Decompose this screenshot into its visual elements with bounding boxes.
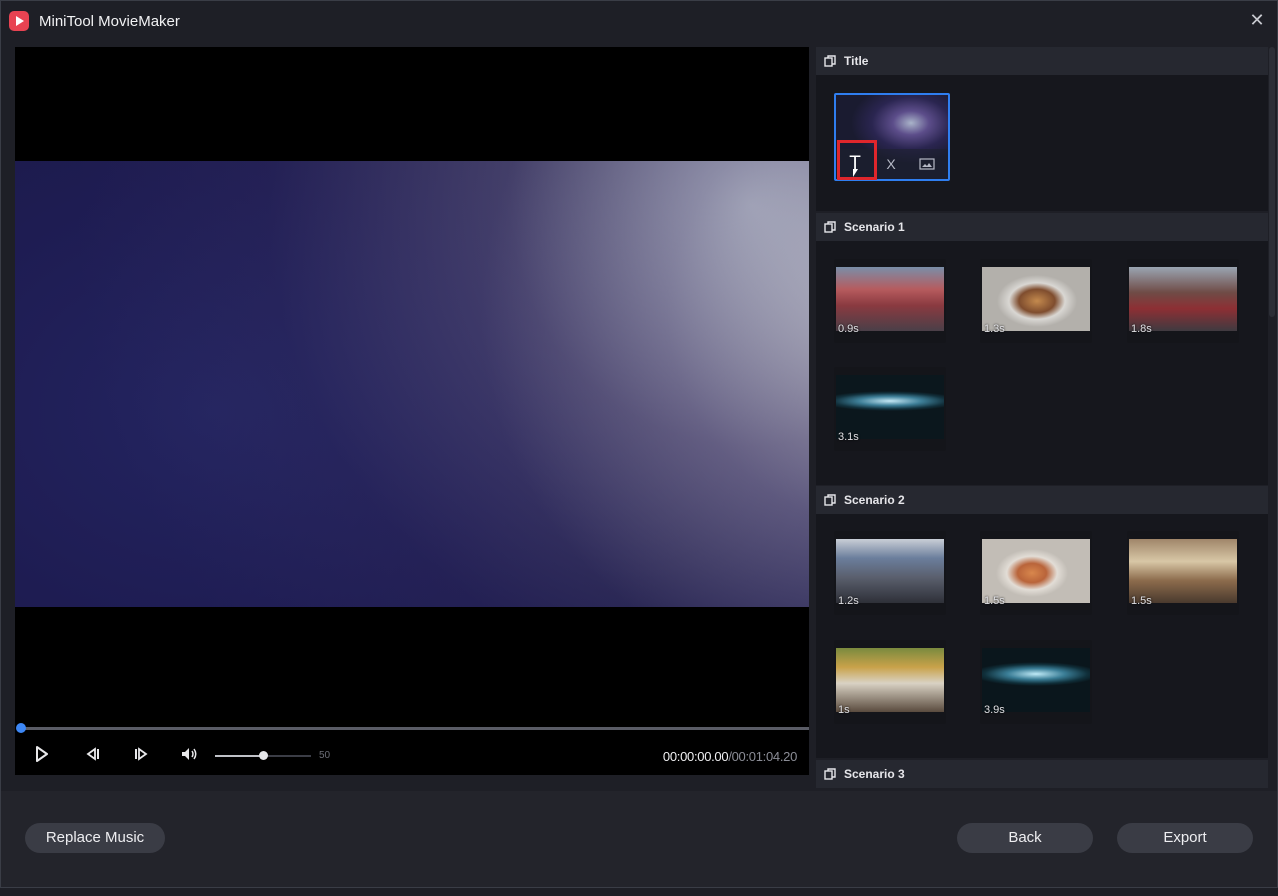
clip-duration: 3.9s [984, 704, 1005, 716]
image-icon [919, 158, 935, 170]
app-title: MiniTool MovieMaker [39, 13, 180, 30]
export-button[interactable]: Export [1117, 823, 1253, 853]
clip-thumbnail[interactable]: 1.5s [980, 531, 1092, 615]
section-header-scenario-3: Scenario 3 [816, 760, 1268, 788]
clip-duration: 1.2s [838, 595, 859, 607]
app-logo-icon [9, 11, 29, 31]
section-title: Scenario 1 [844, 220, 905, 234]
volume-slider-fill [215, 755, 263, 757]
clip-thumbnail[interactable]: 1s [834, 640, 946, 724]
scenario-1-body: 0.9s 1.3s 1.8s 3.1s [816, 241, 1268, 485]
play-button[interactable] [31, 743, 53, 765]
clip-duration: 3.1s [838, 431, 859, 443]
clip-duration: 1.5s [1131, 595, 1152, 607]
playback-progress-bar[interactable] [19, 727, 809, 730]
clip-image [982, 539, 1090, 603]
clip-thumbnail[interactable]: 1.8s [1127, 259, 1239, 343]
section-header-title: Title [816, 47, 1268, 75]
title-bar: MiniTool MovieMaker ✕ [1, 1, 1277, 41]
clip-image [836, 267, 944, 331]
cut-button[interactable]: X [880, 153, 902, 175]
bottom-bar: Replace Music Back Export [1, 791, 1277, 887]
close-button[interactable]: ✕ [1247, 9, 1267, 31]
template-panel: Title T X Scenario 1 0.9s 1.3s 1.8s 3.1s… [816, 47, 1268, 789]
section-header-scenario-1: Scenario 1 [816, 213, 1268, 241]
previous-frame-button[interactable] [81, 743, 103, 765]
copy-icon [824, 221, 836, 233]
volume-button[interactable] [179, 743, 201, 765]
copy-icon [824, 768, 836, 780]
mouse-cursor-icon [853, 169, 858, 177]
clip-duration: 1.3s [984, 323, 1005, 335]
speaker-icon [182, 748, 197, 760]
volume-value: 50 [319, 750, 331, 761]
play-icon [36, 746, 48, 762]
app-window: MiniTool MovieMaker ✕ 50 00:00:00.00/00:… [0, 0, 1278, 888]
clip-thumbnail[interactable]: 3.1s [834, 367, 946, 451]
copy-icon [824, 55, 836, 67]
clip-image [982, 267, 1090, 331]
clip-thumbnail[interactable]: 0.9s [834, 259, 946, 343]
next-frame-button[interactable] [131, 743, 153, 765]
title-section-body: T X [816, 75, 1268, 211]
clip-thumbnail[interactable]: 3.9s [980, 640, 1092, 724]
clip-image [982, 648, 1090, 712]
section-title: Scenario 3 [844, 767, 905, 781]
clip-image [836, 375, 944, 439]
back-button[interactable]: Back [957, 823, 1093, 853]
panel-scrollbar[interactable] [1269, 47, 1275, 317]
clip-duration: 1.8s [1131, 323, 1152, 335]
clip-image [836, 539, 944, 603]
video-player: 50 00:00:00.00/00:01:04.20 [15, 47, 809, 775]
clip-thumbnail[interactable]: 1.3s [980, 259, 1092, 343]
playback-progress-handle[interactable] [16, 723, 26, 733]
section-title: Scenario 2 [844, 493, 905, 507]
clip-duration: 1.5s [984, 595, 1005, 607]
clip-duration: 0.9s [838, 323, 859, 335]
clip-thumbnail[interactable]: 1.5s [1127, 531, 1239, 615]
replace-music-button[interactable]: Replace Music [25, 823, 165, 853]
section-header-scenario-2: Scenario 2 [816, 486, 1268, 514]
clip-thumbnail[interactable]: 1.2s [834, 531, 946, 615]
video-preview [15, 161, 809, 607]
timecode: 00:00:00.00/00:01:04.20 [663, 749, 797, 764]
scenario-2-body: 1.2s 1.5s 1.5s 1s 3.9s [816, 514, 1268, 758]
clip-image [836, 648, 944, 712]
clip-image [1129, 539, 1237, 603]
clip-duration: 1s [838, 704, 850, 716]
next-frame-icon [135, 747, 148, 761]
volume-slider-knob[interactable] [259, 751, 268, 760]
previous-frame-icon [86, 747, 99, 761]
replace-image-button[interactable] [916, 153, 938, 175]
player-controls: 50 00:00:00.00/00:01:04.20 [15, 737, 809, 775]
copy-icon [824, 494, 836, 506]
clip-image [1129, 267, 1237, 331]
current-time: 00:00:00.00 [662, 749, 729, 764]
total-time: /00:01:04.20 [728, 749, 797, 764]
section-title: Title [844, 54, 869, 68]
